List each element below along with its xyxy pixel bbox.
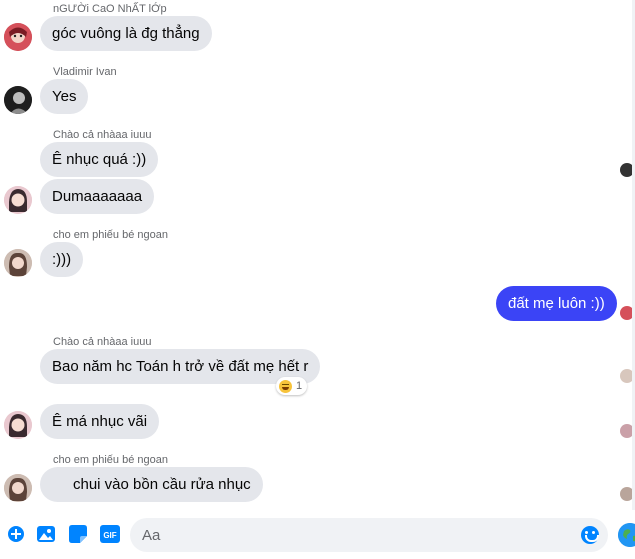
- message-bubble[interactable]: Ê má nhục vãi: [40, 404, 160, 439]
- gif-icon[interactable]: GIF: [99, 524, 121, 544]
- message-composer: GIF: [0, 510, 635, 559]
- message-bubble[interactable]: Dumaaaaaaa: [40, 179, 155, 214]
- reaction-count: 1: [296, 380, 303, 392]
- avatar-girl2-icon[interactable]: [4, 474, 32, 502]
- message-bubble[interactable]: góc vuông là đg thẳng: [40, 16, 212, 51]
- message-thread: nGƯỜi CaO NhẤT lỚp góc vuông là đg thẳng…: [0, 0, 635, 510]
- message-reaction[interactable]: 1: [276, 377, 308, 395]
- sender-name: Chào cả nhàaa iuuu: [53, 129, 152, 141]
- avatar-girl2-icon[interactable]: [4, 249, 32, 277]
- avatar-dark-icon[interactable]: [4, 86, 32, 114]
- avatar-red-icon[interactable]: [4, 23, 32, 51]
- laughing-emoji-icon: [279, 379, 292, 393]
- gif-label: GIF: [103, 531, 116, 540]
- sender-name: cho em phiếu bé ngoan: [53, 229, 168, 241]
- message-input-container[interactable]: [130, 518, 608, 552]
- sender-name: Chào cả nhàaa iuuu: [53, 336, 152, 348]
- message-input[interactable]: [142, 518, 572, 552]
- avatar-girl-icon[interactable]: [4, 186, 32, 214]
- globe-icon[interactable]: [618, 523, 635, 547]
- avatar-girl-icon[interactable]: [4, 411, 32, 439]
- plus-circle-icon[interactable]: [6, 524, 26, 544]
- sticker-icon[interactable]: [68, 524, 88, 544]
- message-bubble[interactable]: Ê nhục quá :)): [40, 142, 159, 177]
- sender-name: cho em phiếu bé ngoan: [53, 454, 168, 466]
- sender-name: Vladimir Ivan: [53, 66, 117, 78]
- message-bubble[interactable]: chui vào bồn cầu rửa nhục: [40, 467, 263, 502]
- sender-name: nGƯỜi CaO NhẤT lỚp: [53, 3, 167, 15]
- image-icon[interactable]: [36, 524, 56, 544]
- message-bubble[interactable]: Yes: [40, 79, 89, 114]
- emoji-picker-icon[interactable]: [581, 526, 599, 544]
- message-bubble[interactable]: :))): [40, 242, 84, 277]
- outgoing-message-bubble[interactable]: đất mẹ luôn :)): [496, 286, 617, 321]
